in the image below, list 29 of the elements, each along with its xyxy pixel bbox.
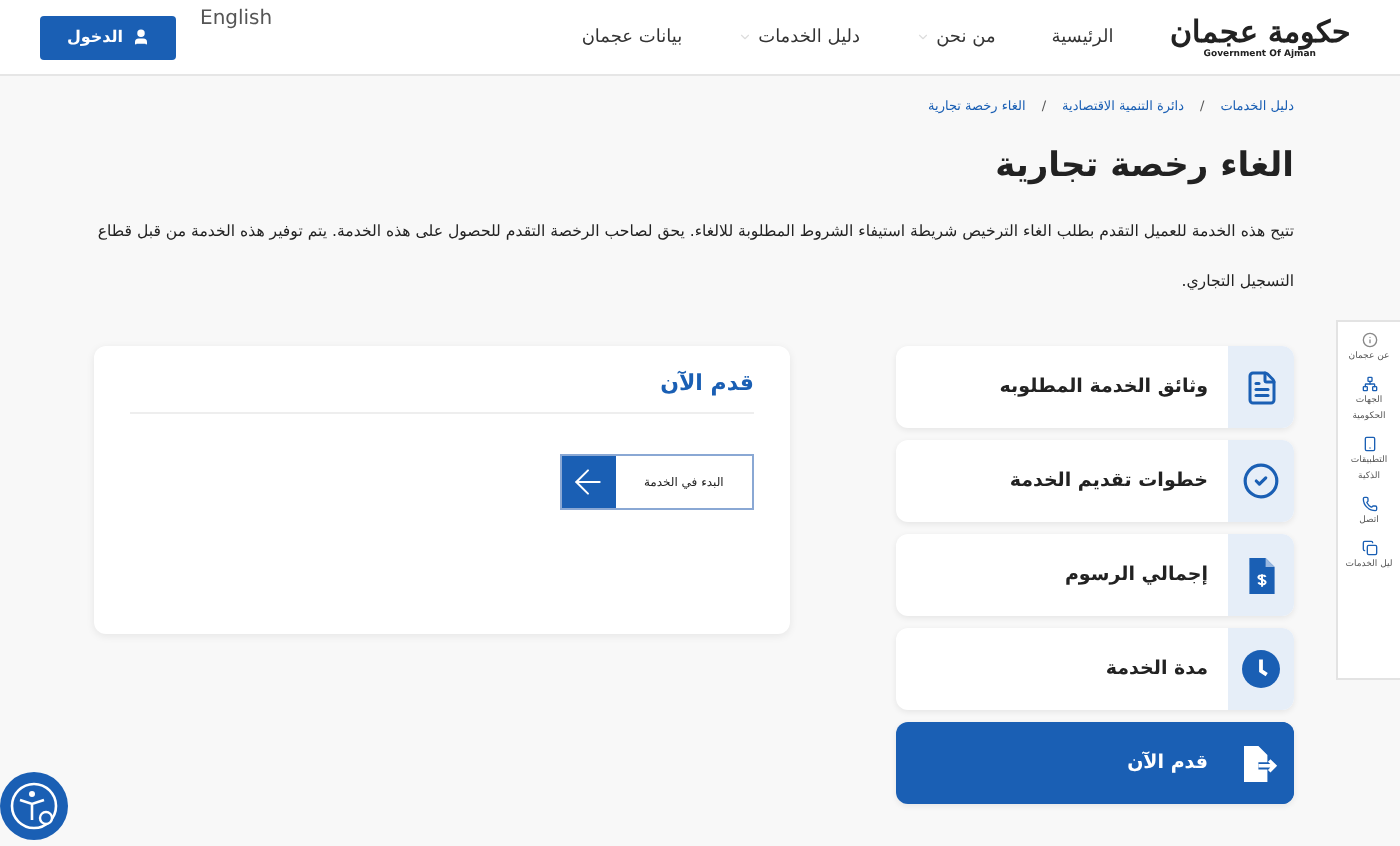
network-icon xyxy=(1361,376,1377,392)
section-tab[interactable]: خطوات تقديم الخدمة xyxy=(895,440,1294,522)
nav-link[interactable]: دليل الخدمات xyxy=(738,27,861,47)
file-export-icon xyxy=(1241,745,1281,781)
page-title: الغاء رخصة تجارية xyxy=(993,146,1294,186)
caret-icon xyxy=(916,30,931,44)
language-link[interactable]: English xyxy=(200,8,273,30)
section-tab[interactable]: قدم الآن xyxy=(895,722,1294,804)
login-button[interactable]: الدخول xyxy=(40,15,176,59)
info-icon xyxy=(1361,332,1377,348)
phone-icon xyxy=(1361,496,1377,512)
nav-link[interactable]: الرئيسية xyxy=(1051,27,1114,47)
panel-title: قدم الآن xyxy=(130,370,754,414)
caret-icon xyxy=(738,30,753,44)
documents-icon xyxy=(1361,540,1377,556)
logo-title[interactable]: حكومة عجمان xyxy=(1169,14,1350,50)
invoice-dollar-icon xyxy=(1245,557,1277,593)
clock-icon xyxy=(1242,650,1280,688)
section-tab[interactable]: إجمالي الرسوم xyxy=(895,534,1294,616)
section-tab[interactable]: وثائق الخدمة المطلوبه xyxy=(895,346,1294,428)
section-tab[interactable]: مدة الخدمة xyxy=(895,628,1294,710)
accessibility-button[interactable] xyxy=(0,772,68,840)
nav-link[interactable]: من نحن xyxy=(916,27,996,47)
nav-link[interactable]: بيانات عجمان xyxy=(581,27,683,47)
smartphone-icon xyxy=(1361,436,1377,452)
accessibility-icon xyxy=(8,780,60,832)
user-icon xyxy=(131,28,150,46)
check-circle-icon xyxy=(1242,462,1280,500)
document-icon xyxy=(1243,369,1279,405)
